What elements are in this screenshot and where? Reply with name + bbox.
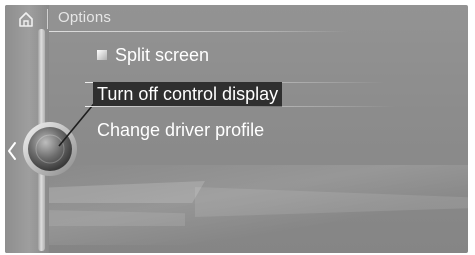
background-streak [45, 181, 205, 203]
menu-item-split-screen[interactable]: Split screen [97, 45, 209, 66]
background-streak [195, 187, 468, 217]
menu-item-label: Change driver profile [97, 120, 265, 140]
background-sheen [45, 165, 468, 245]
page-title: Options [58, 9, 112, 26]
menu-item-turn-off-display[interactable]: Turn off control display [93, 82, 283, 107]
menu-item-change-driver-profile[interactable]: Change driver profile [97, 120, 264, 141]
header-underline [49, 31, 349, 32]
left-control-bar [5, 5, 77, 253]
idrive-screen: Options Split screen Turn off control di… [5, 5, 468, 253]
menu-item-label: Turn off control display [97, 84, 279, 104]
menu-separator [85, 106, 395, 107]
chevron-left-icon[interactable] [7, 141, 17, 161]
checkbox-icon[interactable] [97, 50, 107, 60]
background-streak [45, 210, 185, 226]
menu-item-label: Split screen [115, 45, 210, 65]
header-divider [47, 9, 48, 29]
home-icon[interactable] [17, 10, 35, 28]
controller-knob-icon[interactable] [21, 120, 79, 178]
